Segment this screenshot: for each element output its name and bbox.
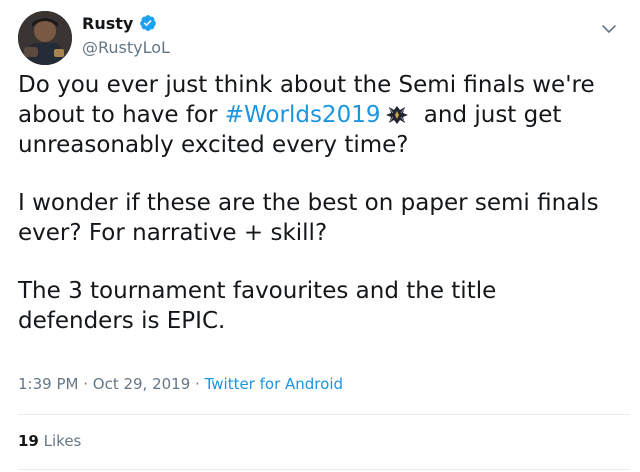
user-handle[interactable]: @RustyLoL [82, 38, 170, 57]
tweet-paragraph-3: The 3 tournament favourites and the titl… [18, 278, 497, 334]
tweet-time[interactable]: 1:39 PM [18, 375, 78, 393]
avatar[interactable] [18, 11, 72, 65]
tweet-source-link[interactable]: Twitter for Android [205, 375, 343, 393]
tweet-body: Do you ever just think about the Semi fi… [18, 70, 618, 336]
verified-badge-icon [139, 14, 157, 32]
tweet-header: Rusty @RustyLoL [14, 8, 626, 65]
worlds-trophy-icon [384, 104, 410, 126]
tweet-meta: 1:39 PM · Oct 29, 2019 · Twitter for And… [18, 375, 343, 393]
likes-count: 19 [18, 432, 39, 450]
tweet-card: Rusty @RustyLoL Do you ever just think a… [0, 0, 640, 472]
tweet-paragraph-1: Do you ever just think about the Semi fi… [18, 70, 618, 160]
tweet-paragraph-2: I wonder if these are the best on paper … [18, 190, 599, 246]
author-block: Rusty @RustyLoL [82, 12, 170, 58]
likes-stat[interactable]: 19 Likes [18, 432, 81, 450]
display-name[interactable]: Rusty [82, 14, 133, 33]
divider [18, 414, 630, 415]
meta-separator: · [78, 375, 93, 393]
divider [18, 469, 630, 470]
name-row: Rusty [82, 12, 170, 34]
tweet-date[interactable]: Oct 29, 2019 [93, 375, 191, 393]
chevron-down-icon[interactable] [600, 20, 618, 38]
likes-label: Likes [43, 432, 82, 450]
avatar-image [18, 11, 72, 65]
hashtag-link[interactable]: #Worlds2019 [225, 102, 381, 128]
meta-separator: · [190, 375, 205, 393]
